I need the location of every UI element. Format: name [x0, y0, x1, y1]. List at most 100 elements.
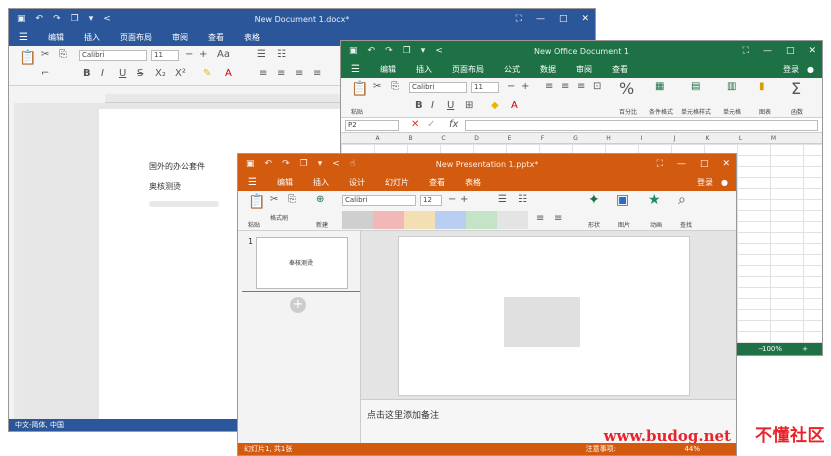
strikethrough-icon[interactable]: S: [137, 68, 143, 79]
menu-item[interactable]: 设计: [339, 177, 375, 188]
menu-item[interactable]: 表格: [455, 177, 491, 188]
format-painter-icon[interactable]: ⌐: [41, 68, 49, 79]
image-icon[interactable]: ▣: [616, 192, 629, 208]
column-header[interactable]: C: [427, 133, 460, 143]
align-right-icon[interactable]: ≡: [577, 81, 585, 92]
font-color-icon[interactable]: A: [511, 100, 518, 111]
login-button[interactable]: 登录: [697, 177, 721, 188]
cut-icon[interactable]: ✂: [270, 194, 278, 205]
slide-canvas[interactable]: [398, 236, 690, 396]
maximize-button[interactable]: □: [559, 14, 568, 24]
menu-item[interactable]: 编辑: [370, 64, 406, 75]
zoom-out-icon[interactable]: −: [758, 343, 764, 355]
menu-item[interactable]: 幻灯片: [375, 177, 419, 188]
maximize-button[interactable]: □: [700, 159, 709, 169]
percent-icon[interactable]: %: [619, 79, 634, 98]
fullscreen-icon[interactable]: ⛶: [657, 159, 663, 169]
merge-icon[interactable]: ⊡: [593, 81, 601, 92]
menu-item[interactable]: 插入: [303, 177, 339, 188]
cell-reference-input[interactable]: P2: [345, 120, 399, 131]
align-left-icon[interactable]: ≡: [545, 81, 553, 92]
save-icon[interactable]: ▣: [17, 14, 26, 24]
numbering-icon[interactable]: ☷: [518, 194, 527, 205]
hamburger-icon[interactable]: ☰: [238, 177, 267, 188]
slide-thumbnail[interactable]: 奉核测烫: [256, 237, 348, 289]
cut-icon[interactable]: ✂: [41, 49, 49, 60]
column-header[interactable]: E: [493, 133, 526, 143]
minimize-button[interactable]: —: [677, 159, 686, 169]
function-icon[interactable]: Σ: [791, 79, 801, 98]
cells-icon[interactable]: ▥: [727, 81, 736, 92]
doc-line[interactable]: 奥核测烫: [149, 181, 181, 192]
close-button[interactable]: ✕: [808, 46, 816, 56]
shrink-font-icon[interactable]: −: [507, 81, 515, 92]
align-right-icon[interactable]: ≡: [554, 213, 562, 224]
hamburger-icon[interactable]: ☰: [341, 64, 370, 75]
menu-item[interactable]: 查看: [198, 32, 234, 43]
font-size-select[interactable]: 12: [420, 195, 442, 206]
menu-item[interactable]: 表格: [234, 32, 270, 43]
menu-item[interactable]: 查看: [419, 177, 455, 188]
italic-icon[interactable]: I: [101, 68, 104, 79]
conditional-format-icon[interactable]: ▦: [655, 81, 664, 92]
shrink-font-icon[interactable]: −: [448, 194, 456, 205]
bold-icon[interactable]: B: [415, 100, 423, 111]
redo-icon[interactable]: ↷: [385, 46, 393, 56]
font-name-select[interactable]: Calibri: [79, 50, 147, 61]
column-header[interactable]: I: [625, 133, 658, 143]
highlight-icon[interactable]: ✎: [203, 68, 211, 79]
column-header[interactable]: G: [559, 133, 592, 143]
align-center-icon[interactable]: ≡: [561, 81, 569, 92]
animation-icon[interactable]: ★: [648, 192, 661, 208]
shape-icon[interactable]: ✦: [588, 192, 600, 208]
share-icon[interactable]: <: [435, 46, 443, 56]
add-slide-icon[interactable]: +: [290, 297, 306, 313]
undo-icon[interactable]: ↶: [36, 14, 44, 24]
italic-icon[interactable]: I: [431, 100, 434, 111]
grow-font-icon[interactable]: −: [185, 49, 193, 60]
zoom-in-icon[interactable]: +: [802, 343, 808, 355]
new-slide-icon[interactable]: ⊕: [316, 194, 324, 205]
copy-icon[interactable]: ❐: [300, 159, 308, 169]
fullscreen-icon[interactable]: ⛶: [743, 46, 749, 56]
font-size-select[interactable]: 11: [151, 50, 179, 61]
format-painter-label[interactable]: 格式刷: [270, 213, 288, 222]
undo-icon[interactable]: ↶: [265, 159, 273, 169]
vertical-ruler[interactable]: [14, 103, 23, 419]
fullscreen-icon[interactable]: ⛶: [516, 14, 522, 24]
paste-icon[interactable]: 📋: [351, 81, 368, 97]
maximize-button[interactable]: □: [786, 46, 795, 56]
column-header[interactable]: F: [526, 133, 559, 143]
column-header[interactable]: B: [394, 133, 427, 143]
underline-icon[interactable]: U: [447, 100, 454, 111]
copy-format-icon[interactable]: ⎘: [391, 81, 399, 92]
accept-icon[interactable]: ✓: [427, 119, 435, 130]
bullets-icon[interactable]: ☰: [257, 49, 266, 60]
undo-icon[interactable]: ↶: [368, 46, 376, 56]
fx-label[interactable]: fx: [449, 119, 458, 130]
user-icon[interactable]: ●: [807, 65, 822, 74]
redo-icon[interactable]: ↷: [53, 14, 61, 24]
menu-item[interactable]: 编辑: [267, 177, 303, 188]
copy-icon[interactable]: ❐: [403, 46, 411, 56]
column-header[interactable]: J: [658, 133, 691, 143]
minimize-button[interactable]: —: [536, 14, 545, 24]
menu-item[interactable]: 数据: [530, 64, 566, 75]
borders-icon[interactable]: ⊞: [465, 100, 473, 111]
copy-format-icon[interactable]: ⎘: [59, 49, 67, 60]
print-icon[interactable]: ▾: [318, 159, 323, 169]
menu-item[interactable]: 编辑: [38, 32, 74, 43]
copy-icon[interactable]: ❐: [71, 14, 79, 24]
minimize-button[interactable]: —: [763, 46, 772, 56]
search-icon[interactable]: ⌕: [678, 192, 686, 208]
paste-icon[interactable]: 📋: [19, 50, 36, 66]
menu-item[interactable]: 查看: [602, 64, 638, 75]
grow-font-icon[interactable]: +: [521, 81, 529, 92]
grow-font-icon[interactable]: +: [460, 194, 468, 205]
login-button[interactable]: 登录: [783, 64, 807, 75]
user-icon[interactable]: ●: [721, 178, 736, 187]
font-name-select[interactable]: Calibri: [409, 82, 467, 93]
numbering-icon[interactable]: ☷: [277, 49, 286, 60]
menu-item[interactable]: 公式: [494, 64, 530, 75]
font-size-select[interactable]: 11: [471, 82, 499, 93]
